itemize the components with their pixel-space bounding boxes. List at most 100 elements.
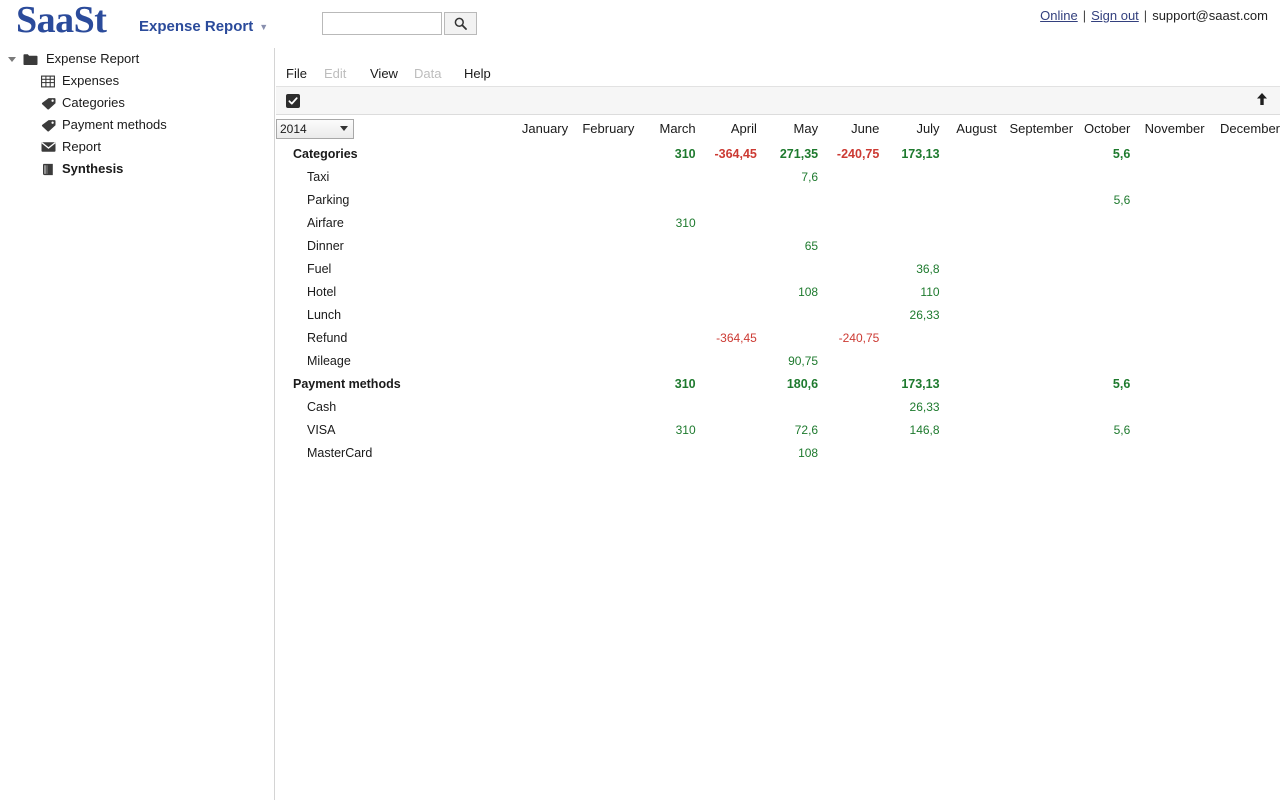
amount-cell[interactable] xyxy=(1205,188,1280,211)
amount-cell[interactable] xyxy=(1130,165,1204,188)
amount-cell[interactable] xyxy=(997,349,1073,372)
amount-cell[interactable] xyxy=(568,257,634,280)
amount-cell[interactable] xyxy=(696,280,757,303)
amount-cell[interactable] xyxy=(634,303,695,326)
amount-cell[interactable] xyxy=(757,395,818,418)
amount-cell[interactable] xyxy=(940,303,997,326)
amount-cell[interactable] xyxy=(507,418,568,441)
amount-cell[interactable]: 26,33 xyxy=(879,303,940,326)
menu-item-file[interactable]: File xyxy=(286,61,307,87)
amount-cell[interactable] xyxy=(1205,372,1280,395)
amount-cell[interactable] xyxy=(879,165,939,188)
amount-cell[interactable] xyxy=(940,349,997,372)
amount-cell[interactable] xyxy=(1130,280,1204,303)
amount-cell[interactable] xyxy=(997,188,1073,211)
amount-cell[interactable] xyxy=(568,234,634,257)
table-row[interactable]: Categories 310 -364,45 271,35 -240,75 173,13 5… xyxy=(276,142,1280,165)
amount-cell[interactable] xyxy=(997,441,1073,464)
amount-cell[interactable]: 90,75 xyxy=(757,349,818,372)
table-row[interactable]: Hotel 108 110 xyxy=(276,280,1280,303)
amount-cell[interactable] xyxy=(1205,280,1280,303)
amount-cell[interactable] xyxy=(634,326,695,349)
column-header-october[interactable]: October xyxy=(1073,115,1130,142)
amount-cell[interactable] xyxy=(1130,211,1204,234)
amount-cell[interactable] xyxy=(1205,142,1280,165)
amount-cell[interactable] xyxy=(568,395,634,418)
amount-cell[interactable] xyxy=(568,441,634,464)
amount-cell[interactable] xyxy=(1073,395,1130,418)
amount-cell[interactable]: 108 xyxy=(757,441,818,464)
amount-cell[interactable] xyxy=(1205,234,1280,257)
amount-cell[interactable] xyxy=(568,211,634,234)
amount-cell[interactable] xyxy=(997,418,1073,441)
amount-cell[interactable] xyxy=(634,257,695,280)
column-header-june[interactable]: June xyxy=(818,115,879,142)
amount-cell[interactable]: 310 xyxy=(634,372,696,395)
online-link[interactable]: Online xyxy=(1040,8,1078,23)
amount-cell[interactable] xyxy=(940,418,997,441)
amount-cell[interactable] xyxy=(568,418,634,441)
table-row[interactable]: Cash 26,33 xyxy=(276,395,1280,418)
amount-cell[interactable] xyxy=(818,303,879,326)
amount-cell[interactable] xyxy=(568,188,634,211)
amount-cell[interactable] xyxy=(818,165,879,188)
table-row[interactable]: Fuel 36,8 xyxy=(276,257,1280,280)
amount-cell[interactable] xyxy=(1130,303,1204,326)
sidebar-item-expenses[interactable]: Expenses xyxy=(0,70,274,92)
sidebar-item-synthesis[interactable]: Synthesis xyxy=(0,158,274,180)
move-up-button[interactable] xyxy=(1254,92,1270,109)
amount-cell[interactable] xyxy=(507,142,568,165)
amount-cell[interactable] xyxy=(1073,303,1130,326)
amount-cell[interactable] xyxy=(1130,441,1204,464)
amount-cell[interactable]: 5,6 xyxy=(1073,188,1131,211)
amount-cell[interactable] xyxy=(1073,211,1130,234)
sidebar-item-categories[interactable]: Categories xyxy=(0,92,274,114)
amount-cell[interactable] xyxy=(1130,142,1204,165)
amount-cell[interactable] xyxy=(507,372,568,395)
amount-cell[interactable]: 146,8 xyxy=(879,418,940,441)
amount-cell[interactable] xyxy=(507,257,568,280)
sidebar-item-report[interactable]: Report xyxy=(0,136,274,158)
amount-cell[interactable] xyxy=(634,234,695,257)
table-row[interactable]: Lunch 26,33 xyxy=(276,303,1280,326)
amount-cell[interactable] xyxy=(940,257,997,280)
amount-cell[interactable] xyxy=(568,142,634,165)
amount-cell[interactable] xyxy=(940,142,997,165)
amount-cell[interactable] xyxy=(818,418,879,441)
amount-cell[interactable] xyxy=(1073,280,1130,303)
table-row[interactable]: Taxi 7,6 xyxy=(276,165,1280,188)
amount-cell[interactable] xyxy=(940,165,997,188)
amount-cell[interactable] xyxy=(1130,257,1204,280)
amount-cell[interactable] xyxy=(879,188,939,211)
year-select[interactable]: 2014 xyxy=(276,118,354,139)
amount-cell[interactable] xyxy=(818,234,879,257)
amount-cell[interactable] xyxy=(634,349,695,372)
table-row[interactable]: Payment methods 310 180,6 173,13 5,6 xyxy=(276,372,1280,395)
app-title-dropdown[interactable]: Expense Report ▼ xyxy=(139,19,268,35)
amount-cell[interactable] xyxy=(507,441,568,464)
amount-cell[interactable] xyxy=(757,211,818,234)
amount-cell[interactable] xyxy=(507,280,568,303)
column-header-january[interactable]: January xyxy=(507,115,568,142)
amount-cell[interactable] xyxy=(696,303,757,326)
amount-cell[interactable] xyxy=(940,188,997,211)
table-row[interactable]: MasterCard 108 xyxy=(276,441,1280,464)
amount-cell[interactable] xyxy=(568,280,634,303)
amount-cell[interactable] xyxy=(568,349,634,372)
brand-logo[interactable]: SaaSt xyxy=(16,1,107,39)
amount-cell[interactable] xyxy=(1205,395,1280,418)
amount-cell[interactable]: 310 xyxy=(634,418,696,441)
amount-cell[interactable] xyxy=(568,326,634,349)
search-input[interactable] xyxy=(322,12,442,35)
amount-cell[interactable]: 180,6 xyxy=(757,372,818,395)
column-header-november[interactable]: November xyxy=(1130,115,1205,142)
amount-cell[interactable] xyxy=(568,372,634,395)
amount-cell[interactable] xyxy=(997,280,1073,303)
table-row[interactable]: Refund -364,45 -240,75 xyxy=(276,326,1280,349)
amount-cell[interactable] xyxy=(696,349,757,372)
amount-cell[interactable] xyxy=(997,211,1073,234)
amount-cell[interactable]: -364,45 xyxy=(696,326,757,349)
amount-cell[interactable] xyxy=(634,441,695,464)
table-row[interactable]: Airfare 310 xyxy=(276,211,1280,234)
amount-cell[interactable] xyxy=(568,303,634,326)
